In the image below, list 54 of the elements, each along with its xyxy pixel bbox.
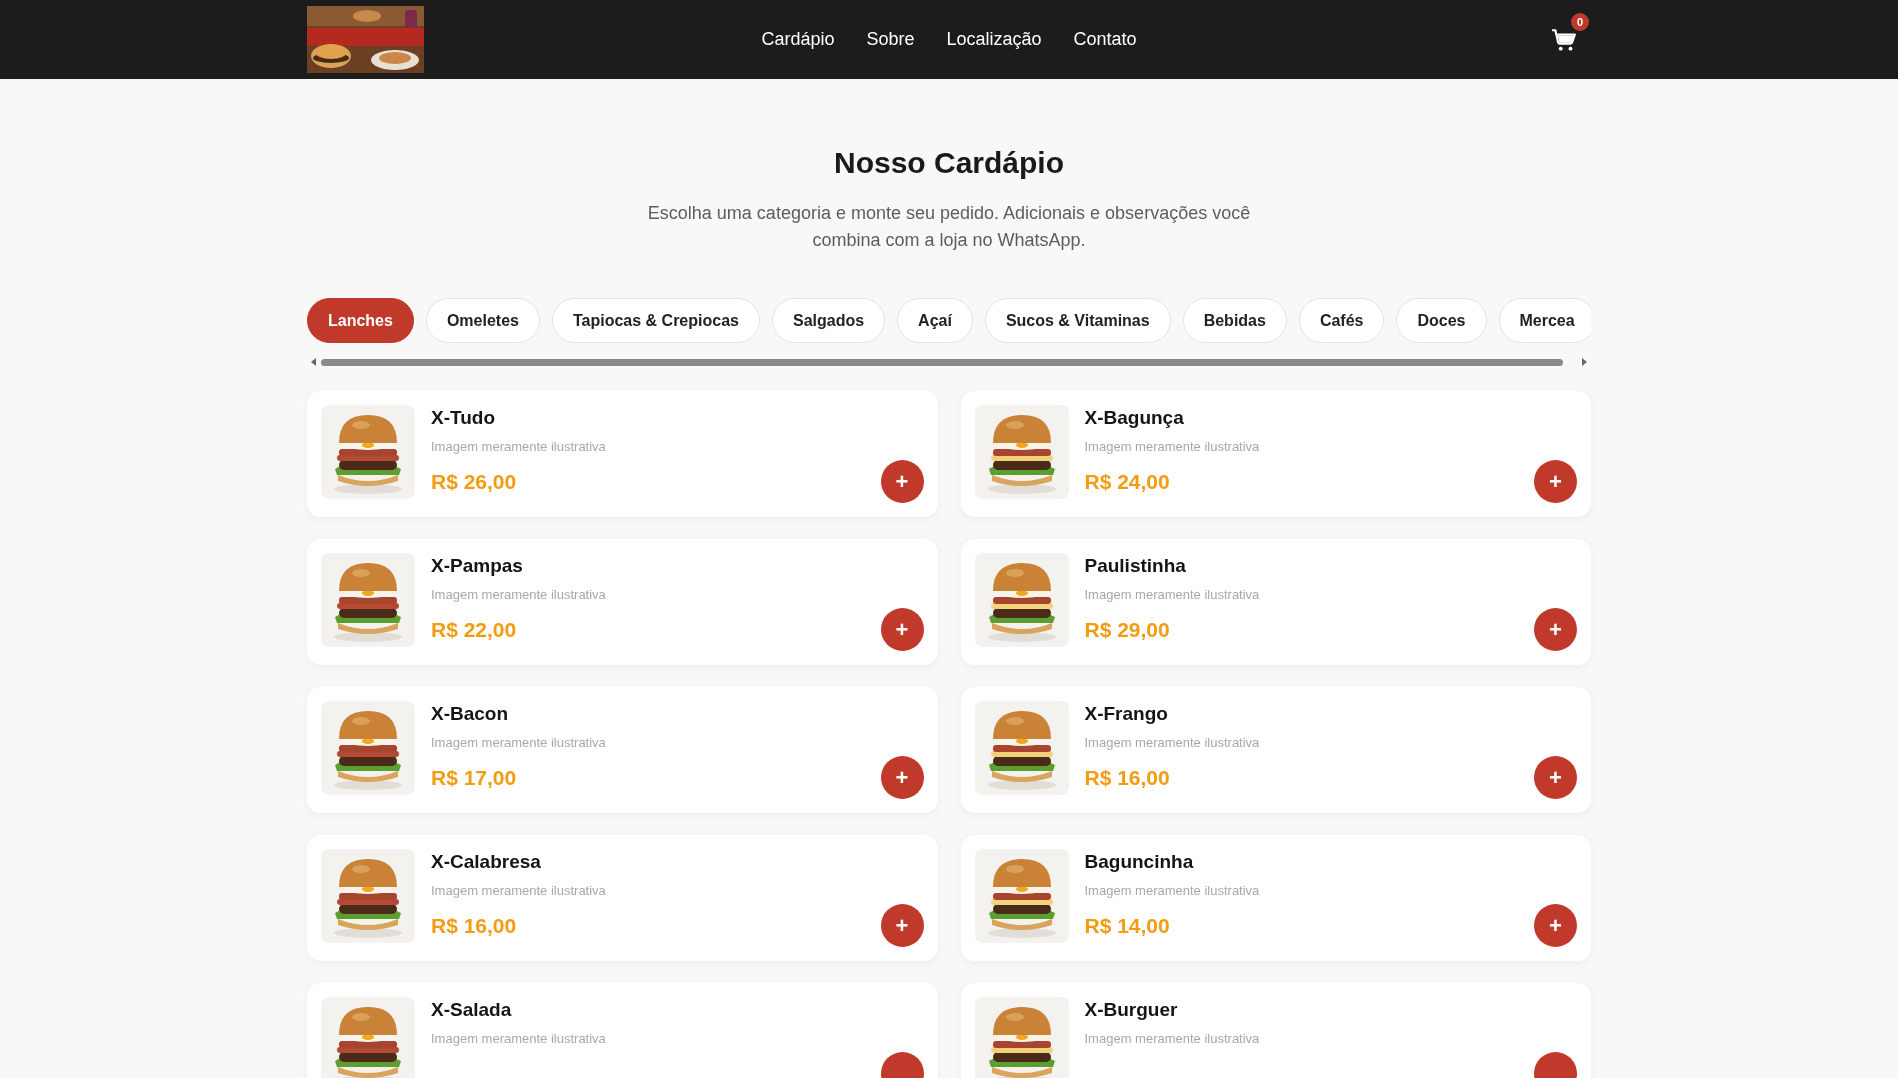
- image-disclaimer: Imagem meramente ilustrativa: [1084, 883, 1260, 898]
- page-title: Nosso Cardápio: [832, 146, 1065, 180]
- nav-link[interactable]: Contato: [1073, 29, 1137, 50]
- cart-icon[interactable]: [1551, 26, 1577, 53]
- category-tab[interactable]: Doces: [1396, 298, 1487, 343]
- product-price: R$ 16,00: [431, 914, 518, 938]
- product-name: Baguncinha: [1084, 851, 1195, 873]
- category-tab[interactable]: Mercea: [1498, 298, 1591, 343]
- product-name: X-Salada: [431, 999, 513, 1021]
- product-name: X-Frango: [1084, 703, 1169, 725]
- category-tab[interactable]: Lanches: [307, 298, 414, 343]
- product-name: X-Bacon: [431, 703, 510, 725]
- product-name: X-Calabresa: [431, 851, 542, 873]
- product-price: R$ 26,00: [431, 470, 518, 494]
- image-disclaimer: Imagem meramente ilustrativa: [431, 439, 606, 454]
- image-disclaimer: Imagem meramente ilustrativa: [1084, 439, 1260, 454]
- image-disclaimer: Imagem meramente ilustrativa: [431, 1031, 606, 1046]
- add-button[interactable]: +: [880, 608, 924, 651]
- category-tab[interactable]: Bebidas: [1182, 298, 1287, 343]
- product-price: R$ 22,00: [431, 618, 518, 642]
- product-name: X-Tudo: [431, 407, 496, 429]
- image-disclaimer: Imagem meramente ilustrativa: [431, 883, 606, 898]
- product-price: R$ 17,00: [431, 766, 518, 790]
- product-name: X-Pampas: [431, 555, 524, 577]
- category-tab[interactable]: Salgados: [771, 298, 886, 343]
- cart-count-badge: 0: [1571, 12, 1589, 31]
- category-tab[interactable]: Sucos & Vitaminas: [984, 298, 1171, 343]
- image-disclaimer: Imagem meramente ilustrativa: [1084, 587, 1260, 602]
- image-disclaimer: Imagem meramente ilustrativa: [1084, 1031, 1260, 1046]
- product-price: R$ 14,00: [1084, 914, 1171, 938]
- image-disclaimer: Imagem meramente ilustrativa: [431, 587, 606, 602]
- product-name: X-Burguer: [1084, 999, 1179, 1021]
- add-button[interactable]: +: [880, 904, 924, 947]
- add-button[interactable]: +: [880, 756, 924, 799]
- product-name: X-Bagunça: [1084, 407, 1185, 429]
- add-button[interactable]: +: [880, 460, 924, 503]
- product-price: R$ 24,00: [1084, 470, 1171, 494]
- category-tab[interactable]: Açaí: [897, 298, 973, 343]
- nav-link[interactable]: Cardápio: [761, 29, 835, 50]
- nav-link[interactable]: Localização: [946, 29, 1042, 50]
- category-tab[interactable]: Tapiocas & Crepiocas: [551, 298, 760, 343]
- add-button[interactable]: +: [1534, 756, 1577, 799]
- add-button[interactable]: +: [1534, 904, 1577, 947]
- page-subtitle: Escolha uma categoria e monte seu pedido. Adicionais e observações você combina com a loja no WhatsApp.: [646, 202, 1252, 252]
- image-disclaimer: Imagem meramente ilustrativa: [431, 735, 606, 750]
- category-tab[interactable]: Omeletes: [425, 298, 540, 343]
- nav-link[interactable]: Sobre: [866, 29, 915, 50]
- product-name: Paulistinha: [1084, 555, 1187, 577]
- product-price: R$ 16,00: [1084, 766, 1171, 790]
- add-button[interactable]: +: [1534, 460, 1577, 503]
- image-disclaimer: Imagem meramente ilustrativa: [1084, 735, 1260, 750]
- category-tab[interactable]: Cafés: [1298, 298, 1385, 343]
- add-button[interactable]: +: [1534, 608, 1577, 651]
- product-price: R$ 29,00: [1084, 618, 1171, 642]
